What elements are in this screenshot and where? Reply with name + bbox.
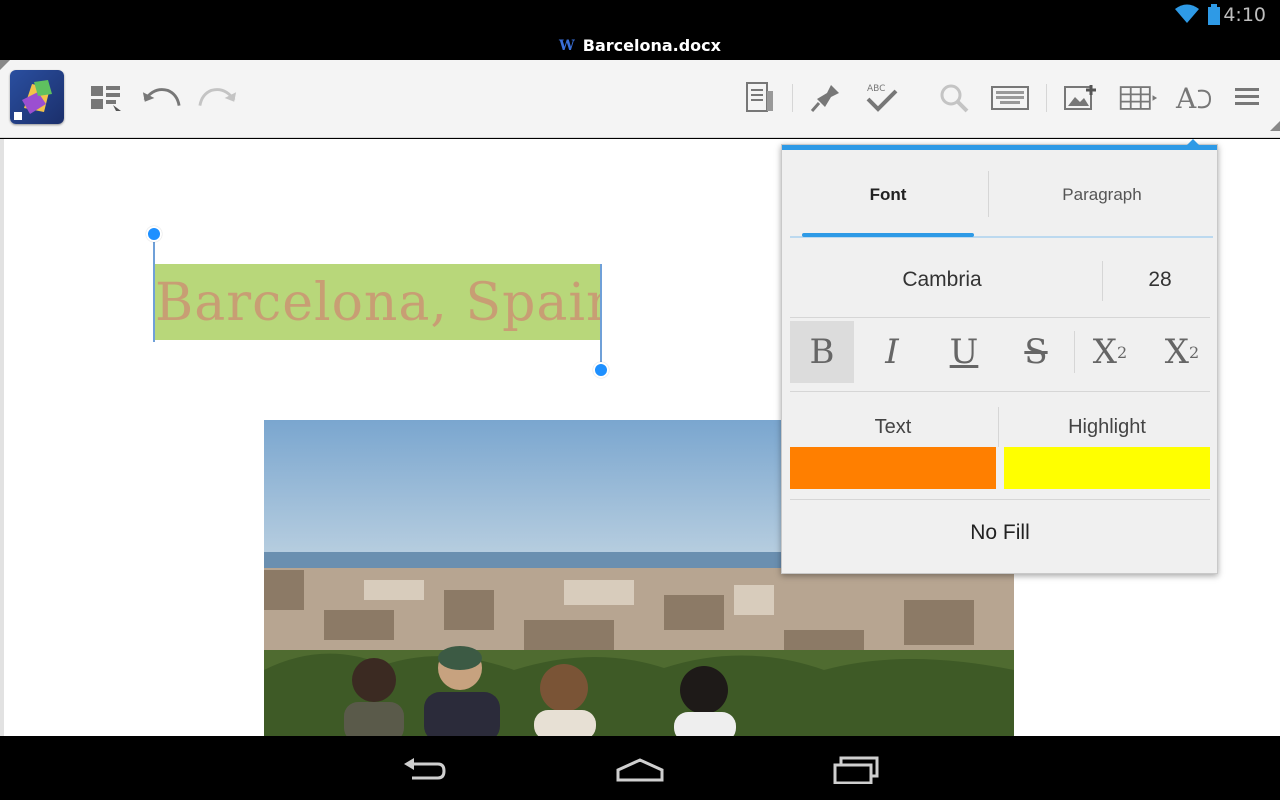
tab-divider <box>988 171 989 217</box>
wifi-icon <box>1174 4 1200 28</box>
selection-line <box>153 242 155 342</box>
active-tab-indicator <box>802 233 974 237</box>
text-format-icon[interactable]: A <box>1174 78 1214 118</box>
svg-text:ABC: ABC <box>867 84 885 94</box>
selection-start-handle[interactable] <box>146 226 162 242</box>
underline-button[interactable]: U <box>932 321 996 383</box>
selection-line <box>600 264 602 370</box>
format-divider <box>1074 331 1075 373</box>
superscript-button[interactable]: X2 <box>1078 321 1142 383</box>
file-name: Barcelona.docx <box>582 36 721 55</box>
tab-font[interactable]: Font <box>790 150 986 240</box>
home-icon[interactable] <box>610 750 670 790</box>
italic-button[interactable]: I <box>860 321 924 383</box>
spell-check-icon[interactable]: ABC <box>862 78 902 118</box>
section-divider <box>790 391 1210 392</box>
section-divider <box>790 317 1210 318</box>
tab-paragraph[interactable]: Paragraph <box>992 150 1212 240</box>
toolbar: ABC A <box>0 60 1280 138</box>
insert-table-icon[interactable] <box>1118 78 1158 118</box>
keyboard-icon[interactable] <box>990 78 1030 118</box>
selection-end-handle[interactable] <box>593 362 609 378</box>
highlight-color-swatch[interactable] <box>1004 447 1210 489</box>
corner-indicator <box>1270 121 1280 131</box>
insert-image-icon[interactable] <box>1060 78 1100 118</box>
font-family-select[interactable]: Cambria <box>782 245 1102 315</box>
no-fill-button[interactable]: No Fill <box>782 505 1218 561</box>
corner-indicator <box>0 60 10 70</box>
redo-icon[interactable] <box>198 78 238 118</box>
clock: 4:10 <box>1223 4 1266 26</box>
font-size-select[interactable]: 28 <box>1102 245 1218 315</box>
status-bar: 4:10 <box>0 0 1280 32</box>
back-icon[interactable] <box>394 750 454 790</box>
app-logo-icon[interactable] <box>10 70 64 124</box>
document-heading[interactable]: Barcelona, Spain <box>155 270 602 336</box>
toolbar-separator <box>1046 84 1047 112</box>
text-color-swatch[interactable] <box>790 447 996 489</box>
recents-icon[interactable] <box>826 750 886 790</box>
battery-icon <box>1207 4 1221 30</box>
subscript-button[interactable]: X2 <box>1150 321 1214 383</box>
toolbar-separator <box>792 84 793 112</box>
section-divider <box>790 499 1210 500</box>
text-color-label: Text <box>874 415 912 438</box>
view-mode-icon[interactable] <box>86 78 126 118</box>
word-file-icon: W <box>559 38 575 54</box>
document-title: W Barcelona.docx <box>559 32 721 60</box>
title-bar: W Barcelona.docx <box>0 32 1280 60</box>
format-panel: Font Paragraph Cambria 28 B I U S X2 X2 … <box>781 139 1218 574</box>
search-icon[interactable] <box>934 78 974 118</box>
strikethrough-button[interactable]: S <box>1004 321 1068 383</box>
menu-icon[interactable] <box>1228 78 1268 118</box>
svg-text:A: A <box>1175 82 1197 115</box>
undo-icon[interactable] <box>141 78 181 118</box>
color-divider <box>998 407 999 447</box>
highlight-color-label: Highlight <box>1068 415 1146 438</box>
bold-button[interactable]: B <box>790 321 854 383</box>
pin-icon[interactable] <box>806 78 846 118</box>
navigation-bar <box>0 736 1280 800</box>
page-layout-icon[interactable] <box>740 78 780 118</box>
